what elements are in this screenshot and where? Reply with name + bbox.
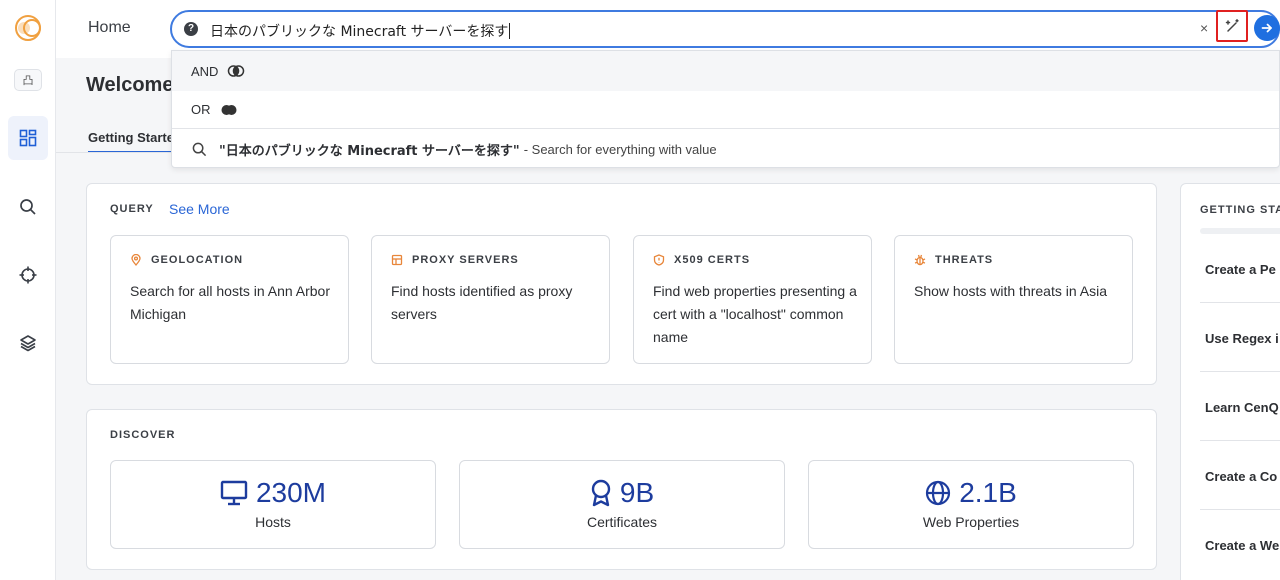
discover-card-hosts[interactable]: 230M Hosts <box>110 460 436 549</box>
ai-assist-button[interactable] <box>1216 10 1248 42</box>
discover-panel-label: DISCOVER <box>110 429 176 441</box>
help-icon[interactable]: ? <box>184 22 198 36</box>
sidebar-item-search[interactable] <box>8 185 48 229</box>
arrow-right-icon <box>1261 23 1272 33</box>
app-logo[interactable] <box>8 6 48 50</box>
divider <box>1200 371 1280 372</box>
submit-search-button[interactable] <box>1254 15 1280 41</box>
suggestion-or-label: OR <box>191 102 211 117</box>
globe-icon <box>926 480 951 506</box>
getting-started-item[interactable]: Create a Co <box>1205 469 1280 484</box>
query-card-title: GEOLOCATION <box>151 254 244 266</box>
sidebar-item-collections[interactable] <box>8 321 48 365</box>
discover-card-value: 2.1B <box>959 477 1017 508</box>
sidebar: 凸 <box>0 0 56 580</box>
discover-panel: DISCOVER 230M Hosts 9B Certificates 2.1B… <box>86 409 1157 570</box>
divider <box>1200 509 1280 510</box>
suggestion-and[interactable]: AND <box>172 51 1279 91</box>
breadcrumb-home[interactable]: Home <box>88 19 131 37</box>
sidebar-item-explore[interactable] <box>8 253 48 297</box>
query-card-desc: Find hosts identified as proxy servers <box>391 283 573 322</box>
monitor-icon <box>220 480 248 506</box>
query-panel: QUERY See More GEOLOCATION Search for al… <box>86 183 1157 385</box>
query-card-title: THREATS <box>935 254 994 266</box>
divider <box>1200 302 1280 303</box>
suggestion-or[interactable]: OR <box>172 91 1279 129</box>
location-pin-icon <box>131 254 141 266</box>
bug-icon <box>914 254 926 266</box>
union-icon <box>220 104 238 116</box>
query-card-threats[interactable]: THREATS Show hosts with threats in Asia <box>894 235 1133 364</box>
crosshair-icon <box>19 266 37 284</box>
query-card-desc: Find web properties presenting a cert wi… <box>653 283 857 345</box>
clear-search-button[interactable]: × <box>1200 20 1208 36</box>
see-more-link[interactable]: See More <box>169 201 230 217</box>
query-card-desc: Show hosts with threats in Asia <box>914 283 1107 299</box>
proxy-server-icon <box>391 254 403 266</box>
search-icon <box>20 199 36 215</box>
search-bar[interactable]: ? 日本のパブリックな Minecraft サーバーを探す × <box>170 10 1280 48</box>
query-card-desc: Search for all hosts in Ann Arbor Michig… <box>130 283 330 322</box>
query-card-geolocation[interactable]: GEOLOCATION Search for all hosts in Ann … <box>110 235 349 364</box>
getting-started-item[interactable]: Create a Pe <box>1205 262 1280 277</box>
certificate-icon <box>591 479 611 507</box>
query-panel-label: QUERY <box>110 203 154 215</box>
getting-started-item[interactable]: Use Regex i <box>1205 331 1280 346</box>
sidebar-item-dashboard[interactable] <box>8 116 48 160</box>
discover-card-web-properties[interactable]: 2.1B Web Properties <box>808 460 1134 549</box>
building-icon: 凸 <box>14 69 42 91</box>
search-icon <box>192 142 207 156</box>
suggestion-search-all[interactable]: "日本のパブリックな Minecraft サーバーを探す" - Search f… <box>172 129 1279 169</box>
dashboard-icon <box>19 129 37 147</box>
search-input[interactable]: 日本のパブリックな Minecraft サーバーを探す <box>210 21 511 41</box>
intersect-icon <box>227 65 245 77</box>
query-card-title: X509 CERTS <box>674 254 751 266</box>
getting-started-item[interactable]: Learn CenQ <box>1205 400 1280 415</box>
tab-getting-started[interactable]: Getting Starte <box>88 130 174 153</box>
suggestion-suffix: - Search for everything with value <box>523 141 717 157</box>
query-card-proxy-servers[interactable]: PROXY SERVERS Find hosts identified as p… <box>371 235 610 364</box>
getting-started-item[interactable]: Create a We <box>1205 538 1280 553</box>
discover-card-certificates[interactable]: 9B Certificates <box>459 460 785 549</box>
discover-card-label: Hosts <box>255 514 291 530</box>
magic-wand-icon <box>1225 19 1239 32</box>
search-suggestions-dropdown: AND OR "日本のパブリックな Minecraft サーバーを探す" - S… <box>171 50 1280 168</box>
discover-card-label: Certificates <box>586 514 658 530</box>
text-caret <box>509 23 511 39</box>
discover-card-value: 230M <box>255 477 327 508</box>
suggestion-query: "日本のパブリックな Minecraft サーバーを探す" <box>219 143 520 159</box>
getting-started-title: GETTING STA <box>1200 204 1280 216</box>
getting-started-progress <box>1200 228 1280 234</box>
discover-card-label: Web Properties <box>922 514 1020 530</box>
query-card-x509-certs[interactable]: X509 CERTS Find web properties presentin… <box>633 235 872 364</box>
org-switcher[interactable]: 凸 <box>8 58 48 102</box>
logo-icon <box>15 15 41 41</box>
search-input-value: 日本のパブリックな Minecraft サーバーを探す <box>210 24 509 40</box>
page-title: Welcome <box>86 74 174 96</box>
layers-icon <box>20 335 36 352</box>
suggestion-and-label: AND <box>191 63 219 79</box>
discover-card-value: 9B <box>619 477 655 508</box>
shield-alert-icon <box>653 254 665 266</box>
getting-started-panel: GETTING STA Create a Pe Use Regex i Lear… <box>1180 183 1280 580</box>
divider <box>1200 440 1280 441</box>
query-card-title: PROXY SERVERS <box>412 254 519 266</box>
